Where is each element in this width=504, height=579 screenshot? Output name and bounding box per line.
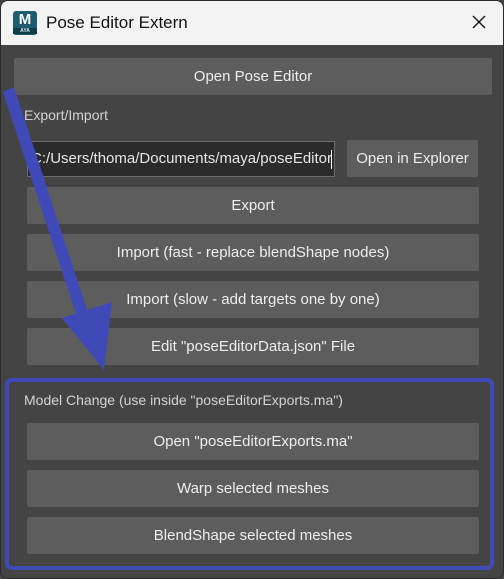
export-path-input[interactable]: C:/Users/thoma/Documents/maya/poseEditor — [27, 141, 335, 177]
annotation-highlight-box — [5, 378, 494, 570]
open-pose-editor-button[interactable]: Open Pose Editor — [14, 58, 492, 95]
window-title: Pose Editor Extern — [46, 13, 188, 32]
title-bar: M AYA Pose Editor Extern — [1, 1, 503, 45]
import-fast-button[interactable]: Import (fast - replace blendShape nodes) — [27, 234, 479, 271]
export-path-value: C:/Users/thoma/Documents/maya/poseEditor — [31, 150, 332, 167]
pose-editor-window: M AYA Pose Editor Extern Open Pose Edito… — [0, 0, 504, 579]
export-import-heading: Export/Import — [24, 107, 109, 123]
close-icon — [472, 15, 486, 29]
text-caret — [331, 150, 332, 169]
maya-app-icon: M AYA — [13, 11, 37, 35]
open-in-explorer-button[interactable]: Open in Explorer — [347, 140, 478, 177]
export-button[interactable]: Export — [27, 187, 479, 224]
edit-json-file-button[interactable]: Edit "poseEditorData.json" File — [27, 328, 479, 365]
import-slow-button[interactable]: Import (slow - add targets one by one) — [27, 281, 479, 318]
close-button[interactable] — [455, 1, 503, 45]
